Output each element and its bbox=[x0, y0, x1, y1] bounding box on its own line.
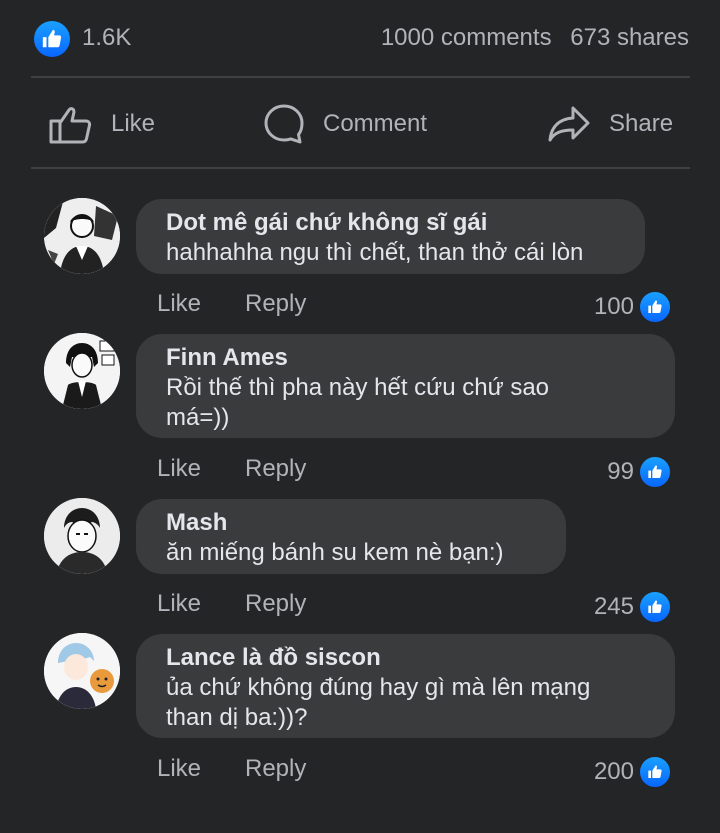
action-bar: Like Comment Share bbox=[0, 78, 720, 168]
comment-reactions[interactable]: 200 bbox=[594, 755, 672, 789]
avatar[interactable] bbox=[44, 498, 120, 574]
like-reaction-icon bbox=[638, 590, 672, 624]
comment-actions: Like Reply 99 bbox=[157, 455, 672, 489]
divider bbox=[31, 167, 690, 169]
comment-text: ăn miếng bánh su kem nè bạn:) bbox=[166, 539, 504, 566]
comment-reaction-count: 99 bbox=[607, 458, 634, 485]
comment-text: ủa chứ không đúng hay gì mà lên mạng tha… bbox=[166, 674, 591, 731]
comment-bubble: Mash ăn miếng bánh su kem nè bạn:) bbox=[136, 499, 566, 574]
like-reaction-icon[interactable] bbox=[34, 21, 70, 57]
comment-author[interactable]: Lance là đồ siscon bbox=[166, 643, 645, 673]
avatar[interactable] bbox=[44, 633, 120, 709]
comment-count[interactable]: 1000 comments bbox=[381, 24, 552, 51]
comment-reply-button[interactable]: Reply bbox=[245, 455, 306, 483]
comment-button[interactable]: Comment bbox=[263, 104, 427, 144]
comment-like-button[interactable]: Like bbox=[157, 455, 201, 483]
comment-like-button[interactable]: Like bbox=[157, 755, 201, 783]
like-label: Like bbox=[111, 110, 156, 137]
comment-reply-button[interactable]: Reply bbox=[245, 755, 306, 783]
share-label: Share bbox=[609, 110, 674, 137]
like-button[interactable]: Like bbox=[49, 104, 155, 144]
comment-author[interactable]: Dot mê gái chứ không sĩ gái bbox=[166, 208, 615, 238]
engagement-counts: 1000 comments 673 shares bbox=[381, 24, 689, 52]
reaction-summary: 1.6K 1000 comments 673 shares bbox=[0, 0, 720, 78]
comment-reply-button[interactable]: Reply bbox=[245, 590, 306, 618]
avatar[interactable] bbox=[44, 333, 120, 409]
avatar[interactable] bbox=[44, 198, 120, 274]
like-reaction-icon bbox=[638, 455, 672, 489]
comment-like-button[interactable]: Like bbox=[157, 590, 201, 618]
comment-reactions[interactable]: 99 bbox=[607, 455, 672, 489]
share-arrow-icon bbox=[548, 106, 590, 142]
comment-actions: Like Reply 200 bbox=[157, 755, 672, 789]
comment-reaction-count: 100 bbox=[593, 293, 634, 320]
comment-reaction-count: 200 bbox=[593, 758, 634, 785]
comment-bubble: Lance là đồ siscon ủa chứ không đúng hay… bbox=[136, 634, 675, 738]
comment-bubble: Dot mê gái chứ không sĩ gái hahhahha ngu… bbox=[136, 199, 645, 274]
comment-reply-button[interactable]: Reply bbox=[245, 290, 306, 318]
comment-reactions[interactable]: 100 bbox=[594, 290, 672, 324]
comment-label: Comment bbox=[323, 110, 428, 137]
comment-actions: Like Reply 100 bbox=[157, 290, 672, 324]
comment-reactions[interactable]: 245 bbox=[594, 590, 672, 624]
comment-text: hahhahha ngu thì chết, than thở cái lòn bbox=[166, 239, 584, 266]
reaction-count[interactable]: 1.6K bbox=[82, 24, 131, 52]
like-reaction-icon bbox=[638, 755, 672, 789]
comment-bubble-icon bbox=[264, 104, 304, 144]
comment-bubble: Finn Ames Rồi thế thì pha này hết cứu ch… bbox=[136, 334, 675, 438]
comment-text: Rồi thế thì pha này hết cứu chứ sao má=)… bbox=[166, 374, 550, 431]
thumbs-up-icon bbox=[49, 107, 92, 144]
comment-author[interactable]: Mash bbox=[166, 508, 536, 538]
share-button[interactable]: Share bbox=[547, 104, 673, 144]
share-count[interactable]: 673 shares bbox=[570, 24, 689, 51]
comment-reaction-count: 245 bbox=[593, 593, 634, 620]
comment-actions: Like Reply 245 bbox=[157, 590, 672, 624]
like-reaction-icon bbox=[638, 290, 672, 324]
comment-like-button[interactable]: Like bbox=[157, 290, 201, 318]
comment-author[interactable]: Finn Ames bbox=[166, 343, 645, 373]
